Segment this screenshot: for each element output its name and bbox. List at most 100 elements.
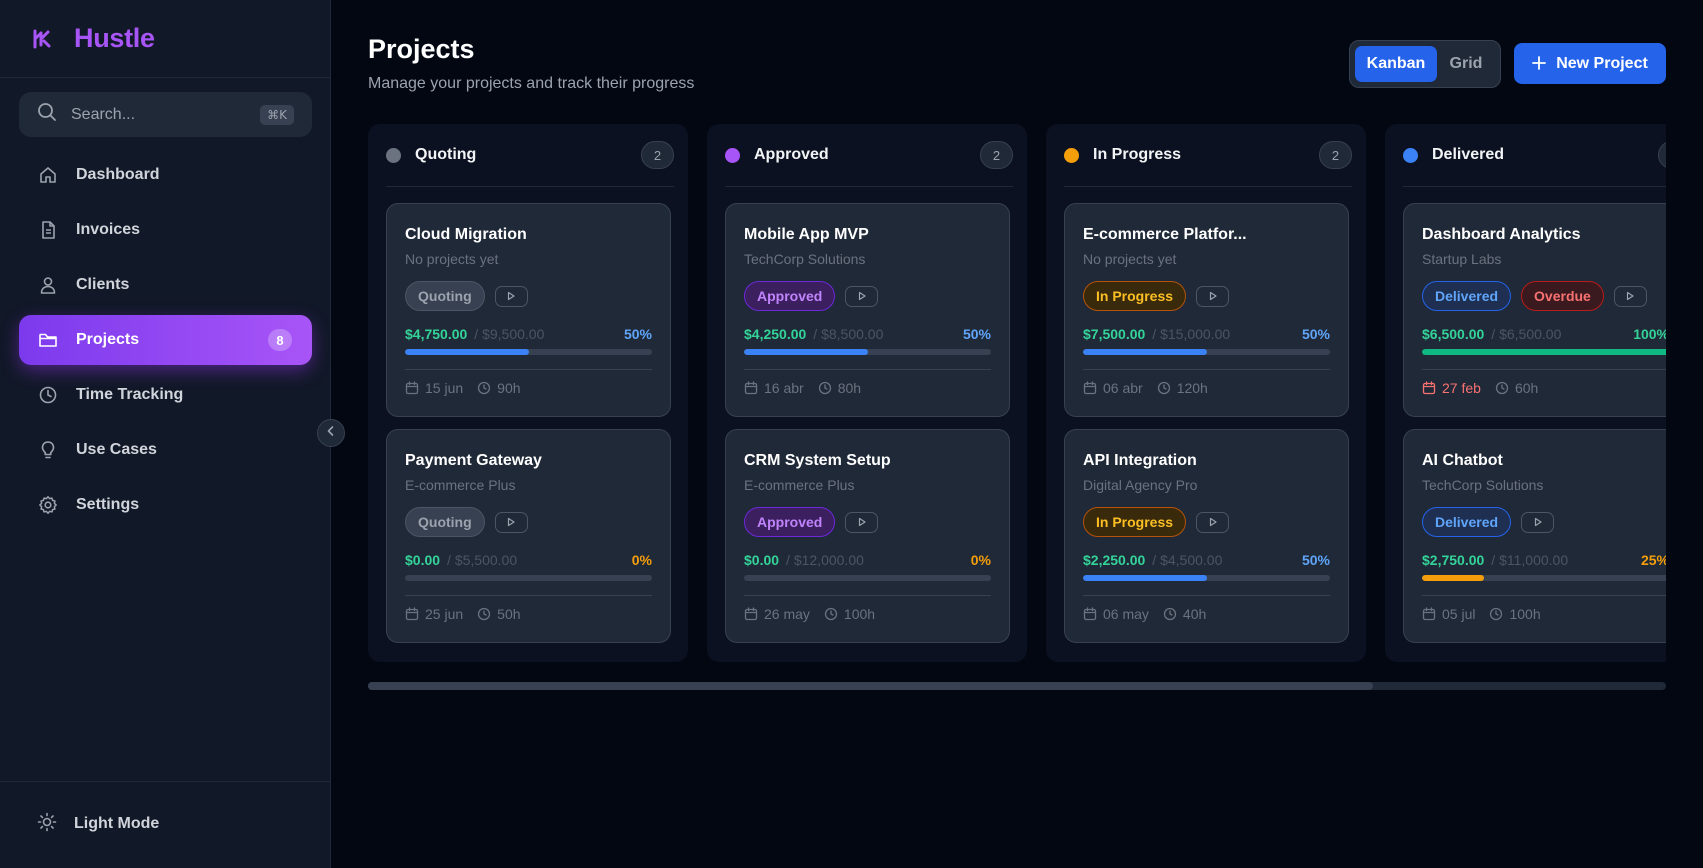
due-date-text: 06 abr [1103, 380, 1143, 396]
search-shortcut: ⌘K [260, 104, 294, 125]
sidebar-item-settings[interactable]: Settings [19, 480, 312, 530]
sidebar-item-projects[interactable]: Projects 8 [19, 315, 312, 365]
status-badge[interactable]: Approved [744, 507, 836, 537]
start-timer-button[interactable] [1196, 511, 1230, 533]
column-status-dot [1064, 147, 1079, 163]
sidebar-item-dashboard[interactable]: Dashboard [19, 150, 312, 200]
project-card[interactable]: Cloud Migration No projects yet Quoting $4,… [386, 203, 671, 417]
calendar-icon [405, 607, 425, 621]
sidebar-item-clients[interactable]: Clients [19, 260, 312, 310]
project-meta: 26 may 100h [744, 595, 991, 622]
play-icon [506, 291, 516, 301]
start-timer-button[interactable] [1196, 285, 1230, 307]
search-input[interactable]: Search... ⌘K [19, 92, 312, 137]
project-card[interactable]: Dashboard Analytics Startup Labs Delivered… [1403, 203, 1666, 417]
status-badge[interactable]: Quoting [405, 507, 485, 537]
sidebar-item-label: Invoices [76, 221, 141, 238]
total-amount: / $12,000.00 [786, 552, 864, 568]
progress-bar [1422, 575, 1666, 581]
progress-percent: 25% [1640, 552, 1666, 568]
clock-icon [818, 381, 838, 395]
new-project-button[interactable]: New Project [1514, 43, 1666, 84]
hours-text: 120h [1176, 380, 1208, 396]
start-timer-button[interactable] [494, 285, 528, 307]
project-card[interactable]: Payment Gateway E-commerce Plus Quoting $0.… [386, 429, 671, 643]
progress-bar [405, 349, 652, 355]
page-title: Projects [368, 34, 475, 64]
start-timer-button[interactable] [845, 285, 879, 307]
kanban-view-button[interactable]: Kanban [1355, 46, 1437, 82]
project-meta: 16 abr 80h [744, 369, 991, 396]
start-timer-button[interactable] [494, 511, 528, 533]
project-amounts: $4,750.00 / $9,500.00 50% [405, 326, 652, 342]
project-card[interactable]: Mobile App MVP TechCorp Solutions Approved… [725, 203, 1010, 417]
progress-percent: 50% [1301, 552, 1330, 568]
start-timer-button[interactable] [845, 511, 879, 533]
paid-amount: $0.00 [744, 552, 780, 568]
progress-bar [744, 349, 991, 355]
project-client: TechCorp Solutions [1422, 477, 1544, 493]
project-title: API Integration [1083, 452, 1197, 469]
column-status-dot [1403, 147, 1418, 163]
project-meta: 25 jun 50h [405, 595, 652, 622]
column-title: Delivered [1432, 146, 1505, 163]
estimated-hours: 60h [1495, 380, 1538, 396]
page-subtitle: Manage your projects and track their pro… [368, 75, 695, 92]
column-status-dot [386, 147, 401, 163]
project-card[interactable]: CRM System Setup E-commerce Plus Approved $… [725, 429, 1010, 643]
sidebar-item-time-tracking[interactable]: Time Tracking [19, 370, 312, 420]
progress-bar [1083, 349, 1330, 355]
status-badge[interactable]: In Progress [1083, 281, 1187, 311]
sidebar-item-label: Clients [76, 276, 130, 293]
due-date-text: 25 jun [425, 606, 464, 622]
project-card[interactable]: AI Chatbot TechCorp Solutions Delivered $2,… [1403, 429, 1666, 643]
project-title: E-commerce Platfor... [1083, 226, 1247, 243]
paid-amount: $2,750.00 [1422, 552, 1485, 568]
project-amounts: $0.00 / $5,500.00 0% [405, 552, 652, 568]
due-date: 06 may [1083, 606, 1149, 622]
project-tags: Quoting [405, 281, 528, 311]
progress-bar-fill [1422, 349, 1666, 355]
project-card[interactable]: E-commerce Platfor... No projects yet In P… [1064, 203, 1349, 417]
scrollbar-thumb[interactable] [368, 682, 1373, 690]
status-badge[interactable]: Delivered [1422, 281, 1512, 311]
start-timer-button[interactable] [1521, 511, 1555, 533]
grid-view-button[interactable]: Grid [1437, 46, 1495, 82]
clock-icon [37, 384, 59, 406]
column-status-dot [725, 147, 740, 163]
start-timer-button[interactable] [1613, 285, 1647, 307]
status-badge[interactable]: In Progress [1083, 507, 1187, 537]
collapse-sidebar-button[interactable] [317, 419, 345, 447]
project-title: Payment Gateway [405, 452, 542, 469]
project-card[interactable]: API Integration Digital Agency Pro In Prog… [1064, 429, 1349, 643]
project-tags: In Progress [1083, 281, 1230, 311]
due-date: 27 feb [1422, 380, 1481, 396]
sidebar-item-use-cases[interactable]: Use Cases [19, 425, 312, 475]
project-client: E-commerce Plus [405, 477, 516, 493]
due-date-text: 05 jul [1442, 606, 1476, 622]
brand[interactable]: Hustle [0, 0, 330, 78]
status-badge[interactable]: Delivered [1422, 507, 1512, 537]
total-amount: / $4,500.00 [1152, 552, 1223, 568]
project-client: TechCorp Solutions [744, 251, 866, 267]
horizontal-scrollbar[interactable] [368, 682, 1666, 690]
status-badge[interactable]: Quoting [405, 281, 485, 311]
light-mode-toggle[interactable]: Light Mode [19, 799, 159, 849]
project-title: CRM System Setup [744, 452, 891, 469]
sidebar-item-invoices[interactable]: Invoices [19, 205, 312, 255]
gear-icon [37, 494, 59, 516]
view-toggle: Kanban Grid [1349, 40, 1501, 88]
calendar-icon [1422, 381, 1442, 395]
progress-percent: 50% [623, 326, 652, 342]
column-quoting: Quoting 2 Cloud Migration No projects yet Qu… [368, 124, 688, 662]
estimated-hours: 40h [1163, 606, 1206, 622]
paid-amount: $6,500.00 [1422, 326, 1485, 342]
play-icon [857, 291, 867, 301]
progress-percent: 0% [970, 552, 991, 568]
sidebar-item-label: Time Tracking [76, 386, 184, 403]
calendar-icon [1083, 381, 1103, 395]
estimated-hours: 100h [824, 606, 875, 622]
status-badge[interactable]: Approved [744, 281, 836, 311]
clock-icon [1489, 607, 1509, 621]
due-date-text: 27 feb [1442, 380, 1481, 396]
